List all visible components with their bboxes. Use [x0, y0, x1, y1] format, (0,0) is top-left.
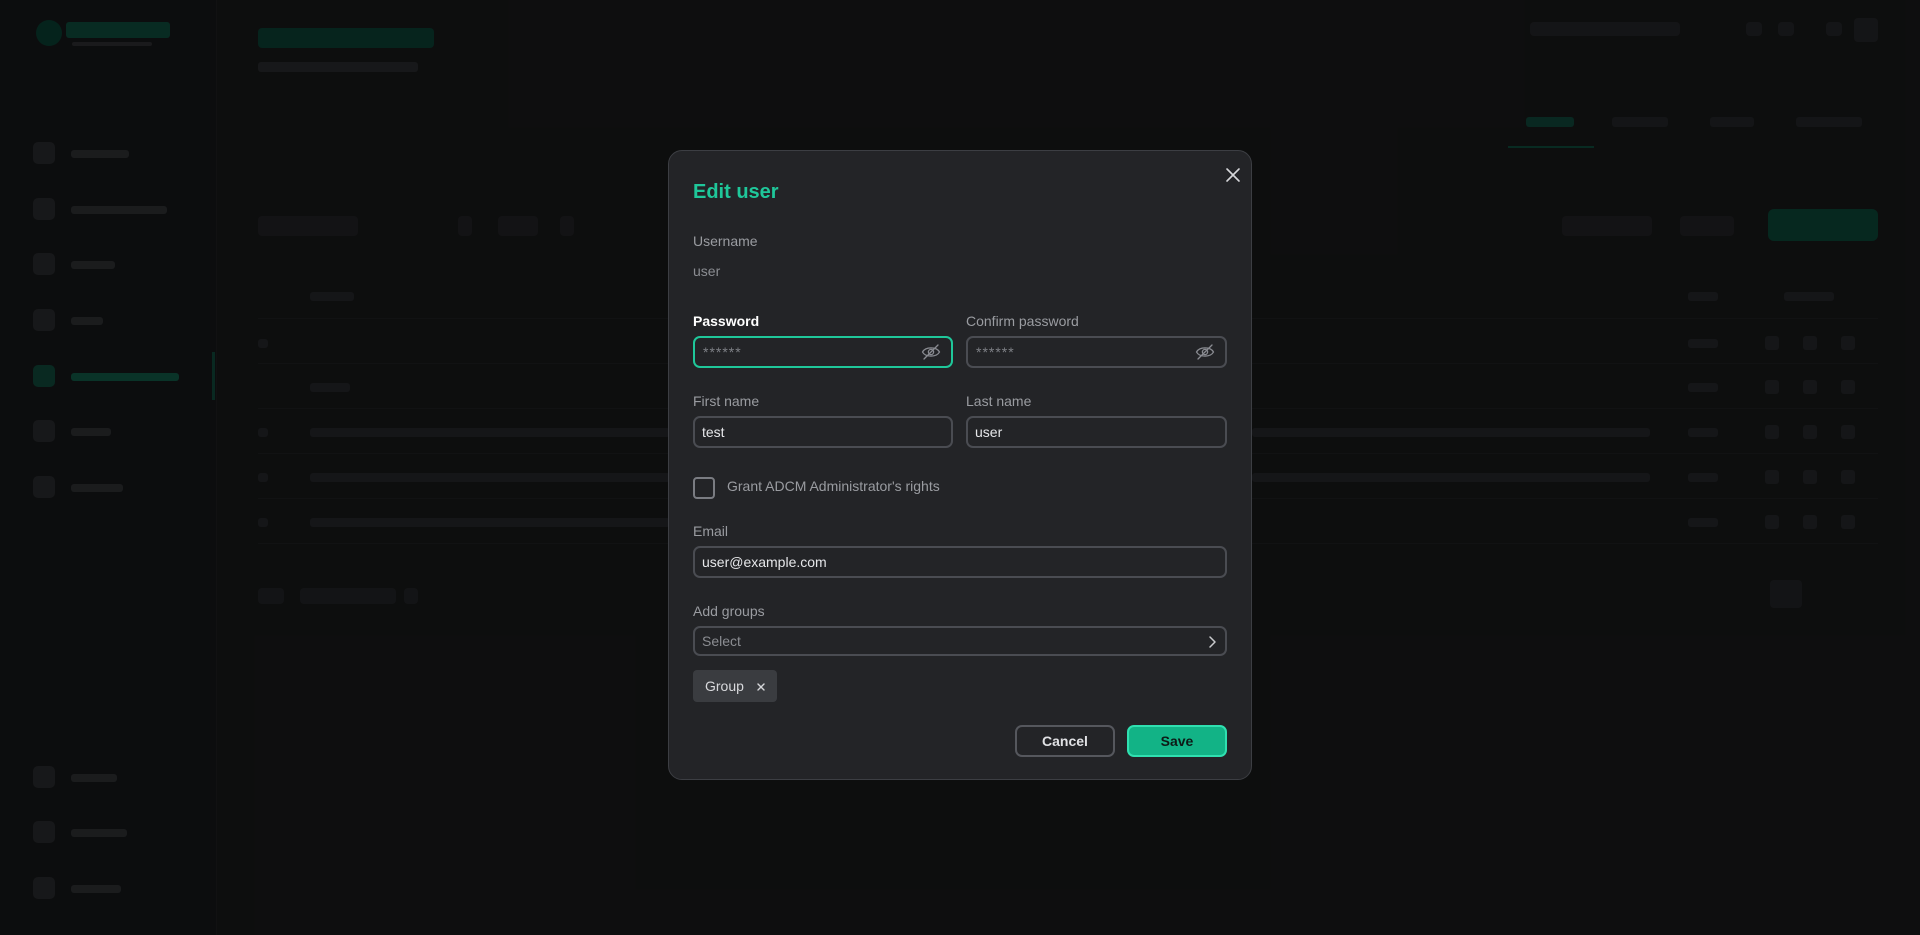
admin-rights-label[interactable]: Grant ADCM Administrator's rights [727, 478, 940, 494]
cancel-button[interactable]: Cancel [1015, 725, 1115, 757]
email-field[interactable] [693, 546, 1227, 578]
username-label: Username [693, 233, 758, 249]
last-name-input[interactable] [975, 418, 1215, 446]
group-chip: Group [693, 670, 777, 702]
last-name-label: Last name [966, 393, 1032, 409]
chevron-right-icon [1207, 635, 1217, 649]
add-groups-placeholder: Select [702, 633, 741, 649]
first-name-label: First name [693, 393, 760, 409]
dialog-title: Edit user [693, 181, 779, 203]
close-icon[interactable] [1221, 163, 1245, 187]
last-name-field[interactable] [966, 416, 1227, 448]
group-chip-label: Group [705, 678, 744, 694]
confirm-password-mask: ****** [976, 344, 1015, 360]
eye-off-icon[interactable] [921, 343, 941, 361]
eye-off-icon[interactable] [1195, 343, 1215, 361]
add-groups-label: Add groups [693, 603, 765, 619]
edit-user-dialog: Edit user Username user Password ****** … [668, 150, 1252, 780]
email-input[interactable] [702, 548, 1212, 576]
username-value: user [693, 263, 721, 279]
first-name-input[interactable] [702, 418, 942, 446]
password-field[interactable]: ****** [693, 336, 953, 368]
first-name-field[interactable] [693, 416, 953, 448]
admin-rights-checkbox[interactable] [693, 477, 715, 499]
save-button[interactable]: Save [1127, 725, 1227, 757]
confirm-password-label: Confirm password [966, 313, 1079, 329]
add-groups-select[interactable]: Select [693, 626, 1227, 656]
confirm-password-field[interactable]: ****** [966, 336, 1227, 368]
password-label: Password [693, 313, 760, 329]
password-mask: ****** [703, 344, 742, 360]
email-label: Email [693, 523, 729, 539]
close-small-icon[interactable] [755, 680, 767, 692]
